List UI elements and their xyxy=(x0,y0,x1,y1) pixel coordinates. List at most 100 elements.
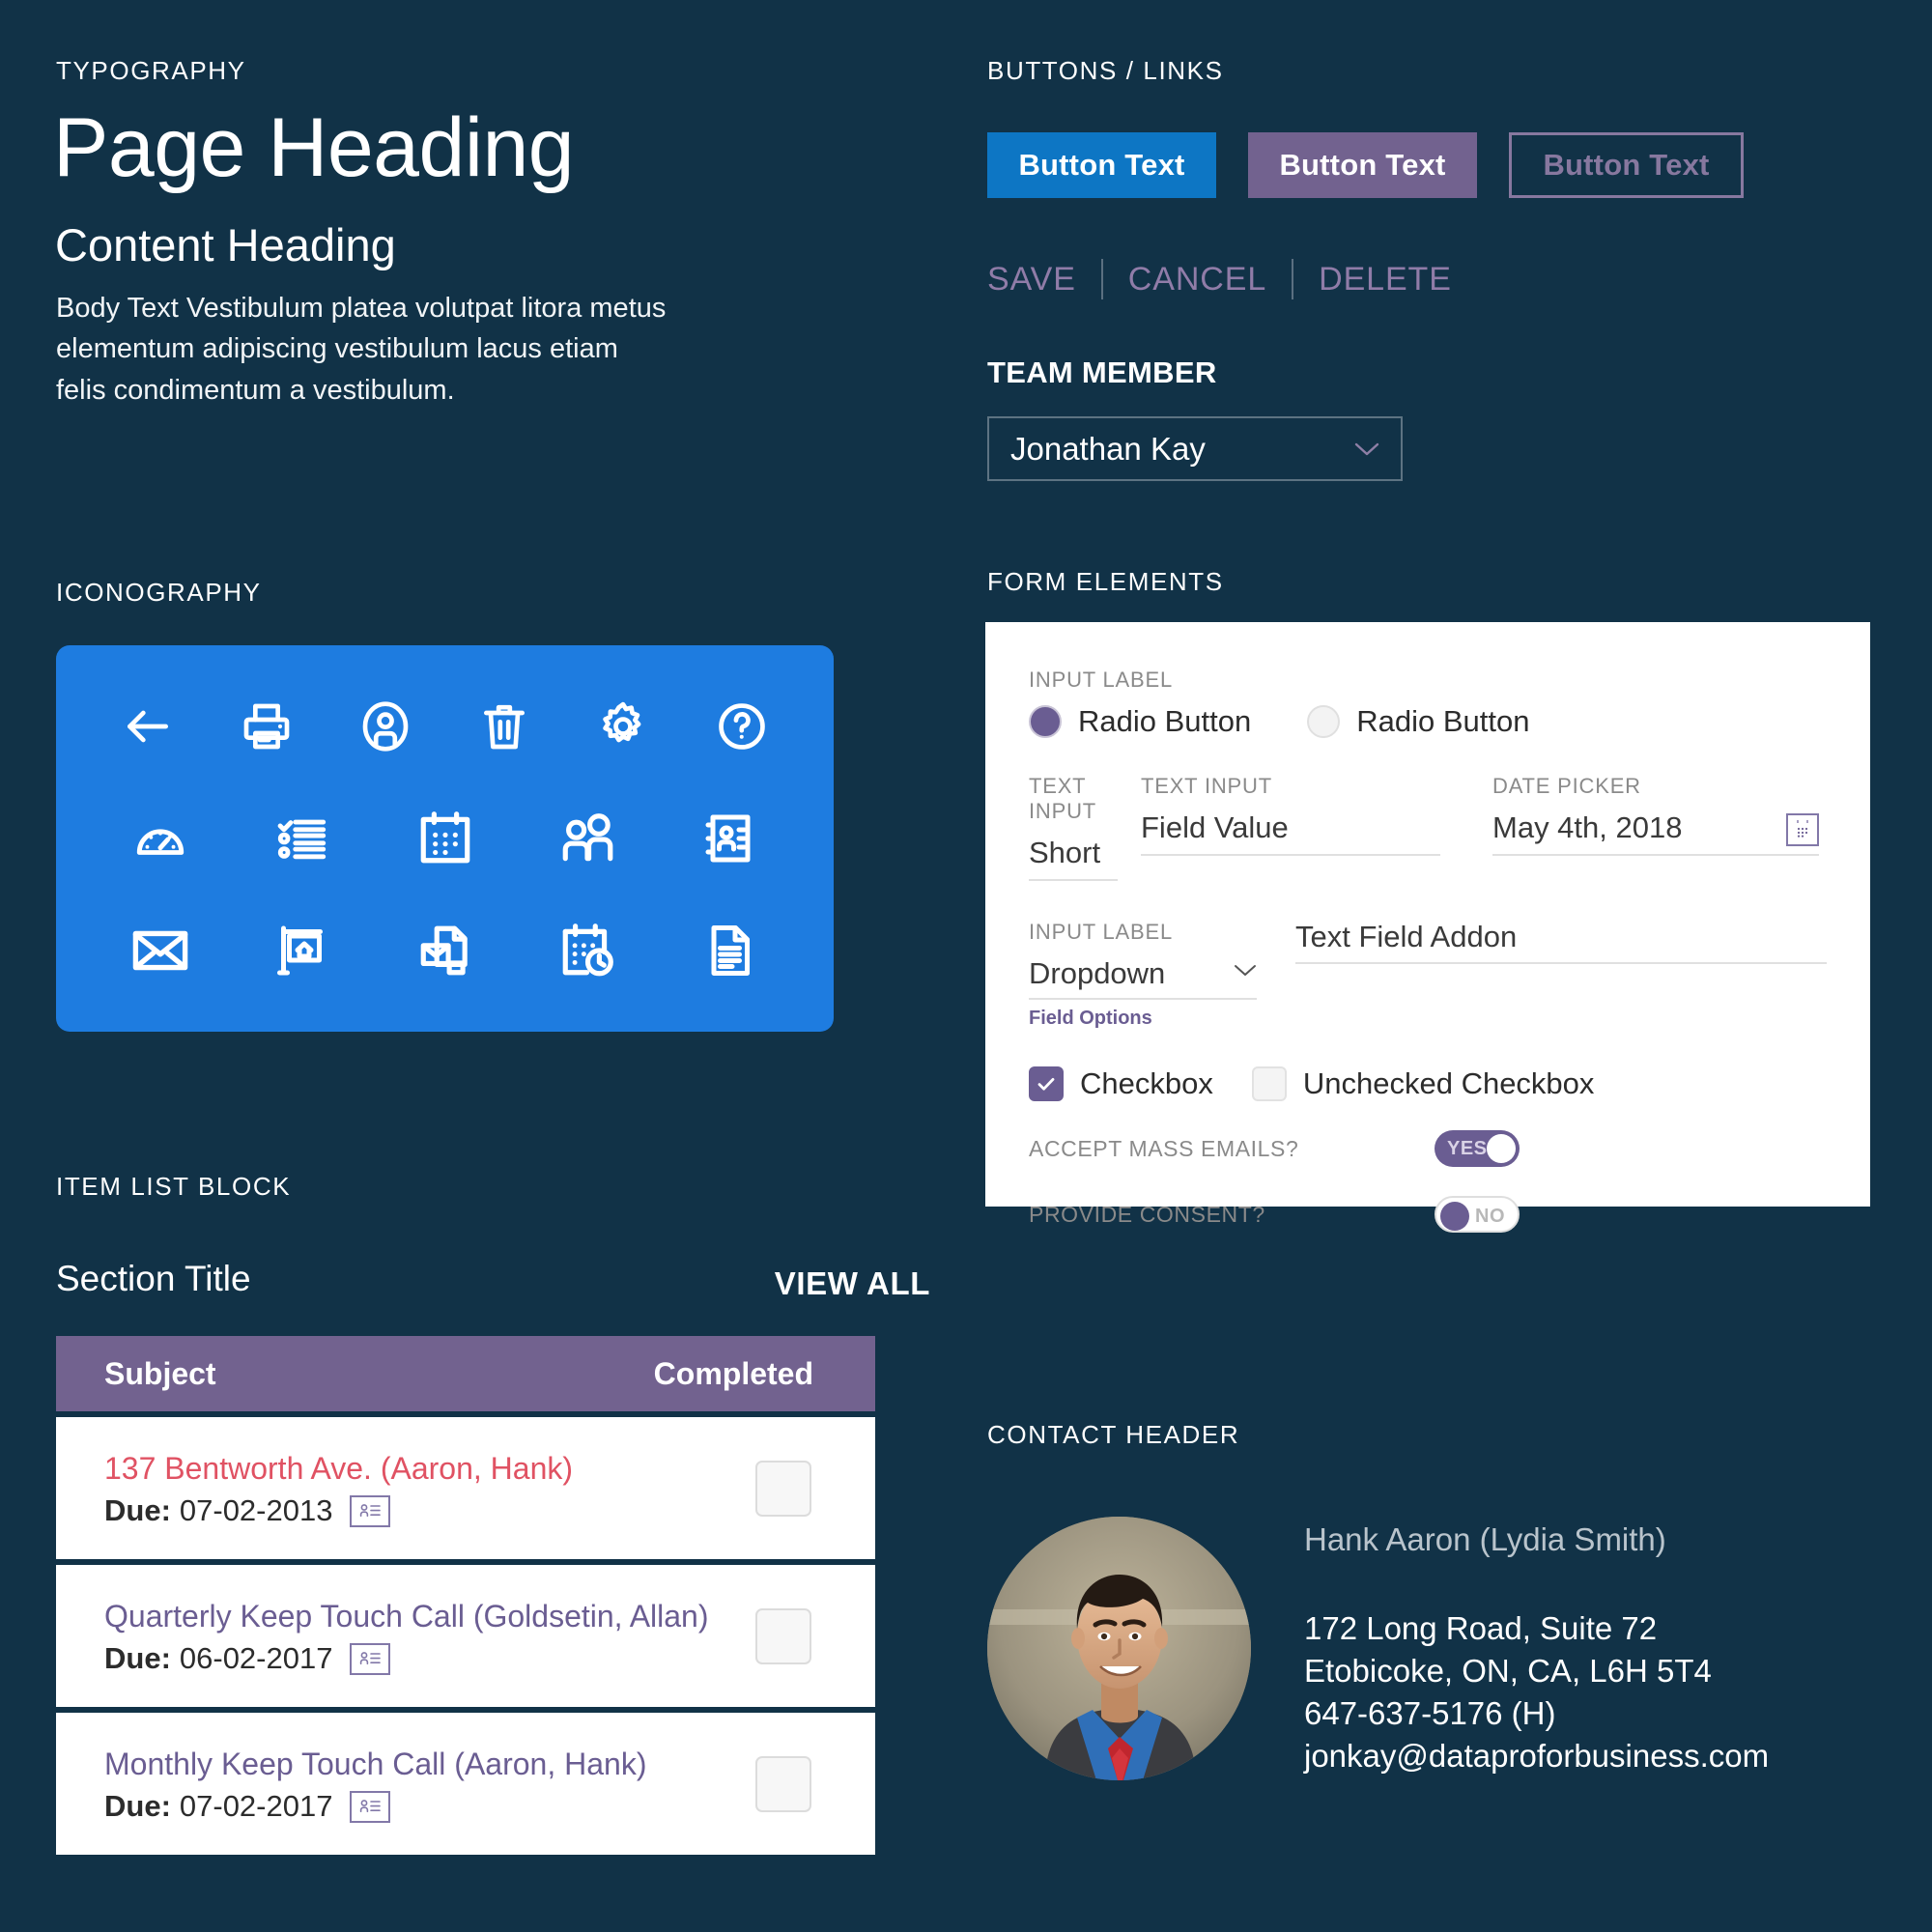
avatar xyxy=(987,1517,1251,1780)
toggle-label: ACCEPT MASS EMAILS? xyxy=(1029,1135,1299,1161)
content-heading: Content Heading xyxy=(55,219,396,270)
gauge-dashboard-icon[interactable] xyxy=(89,810,231,867)
calendar-icon[interactable] xyxy=(374,809,516,868)
printer-icon[interactable] xyxy=(208,699,327,753)
consent-toggle[interactable]: NO xyxy=(1435,1196,1520,1234)
empty-checkbox-icon xyxy=(1251,1066,1287,1102)
calendar-clock-icon[interactable] xyxy=(516,921,658,980)
back-arrow-icon[interactable] xyxy=(89,699,208,753)
row-subject[interactable]: Monthly Keep Touch Call (Aaron, Hank) xyxy=(104,1745,755,1783)
icon-row-3 xyxy=(89,895,801,1007)
calendar-icon[interactable] xyxy=(1786,812,1819,846)
real-estate-sign-icon[interactable] xyxy=(231,922,373,980)
delete-link[interactable]: DELETE xyxy=(1319,261,1452,298)
style-guide-page: TYPOGRAPHY Page Heading Content Heading … xyxy=(0,0,1932,1932)
primary-button[interactable]: Button Text xyxy=(987,132,1216,198)
field-value-label: TEXT INPUT xyxy=(1141,774,1272,798)
user-circle-icon[interactable] xyxy=(327,699,445,753)
row-due: Due: 07-02-2013 xyxy=(104,1492,755,1527)
chevron-down-icon xyxy=(1354,441,1379,457)
date-picker-input[interactable]: May 4th, 2018 xyxy=(1492,810,1786,854)
date-picker-inner: May 4th, 2018 xyxy=(1492,810,1819,854)
row-completed-checkbox[interactable] xyxy=(755,1460,811,1517)
iconography-panel xyxy=(56,645,834,1032)
field-underline xyxy=(1029,878,1118,881)
people-group-icon[interactable] xyxy=(516,809,658,868)
buttons-links-section-caption: BUTTONS / LINKS xyxy=(987,56,1224,85)
contact-name: Hank Aaron (Lydia Smith) xyxy=(1304,1521,1666,1557)
outline-button[interactable]: Button Text xyxy=(1509,132,1744,198)
table-row[interactable]: Quarterly Keep Touch Call (Goldsetin, Al… xyxy=(56,1559,875,1707)
dropdown-label: INPUT LABEL xyxy=(1029,919,1174,944)
row-subject[interactable]: 137 Bentworth Ave. (Aaron, Hank) xyxy=(104,1449,755,1488)
contact-card-icon[interactable] xyxy=(350,1642,391,1675)
item-list-header-row: Subject Completed xyxy=(56,1336,875,1411)
contact-card-icon[interactable] xyxy=(350,1790,391,1823)
dropdown-value: Dropdown xyxy=(1029,955,1166,990)
date-picker-field: DATE PICKER May 4th, 2018 xyxy=(1492,774,1819,856)
row-completed-checkbox[interactable] xyxy=(755,1755,811,1812)
row-due-label: Due: xyxy=(104,1788,171,1823)
link-divider xyxy=(1100,259,1103,299)
date-picker-label: DATE PICKER xyxy=(1492,774,1641,798)
dropdown-control[interactable]: Dropdown xyxy=(1029,956,1257,999)
trash-icon[interactable] xyxy=(444,699,563,753)
typography-section-caption: TYPOGRAPHY xyxy=(56,56,246,85)
radio-option-selected[interactable]: Radio Button xyxy=(1029,704,1251,739)
checkbox-checked[interactable]: Checkbox xyxy=(1029,1066,1213,1102)
gear-icon[interactable] xyxy=(563,699,682,753)
chevron-down-icon xyxy=(1234,963,1257,982)
field-options-link[interactable]: Field Options xyxy=(1029,1008,1257,1030)
view-all-link[interactable]: VIEW ALL xyxy=(721,1265,930,1302)
row-due: Due: 06-02-2017 xyxy=(104,1640,755,1675)
text-field-addon-input[interactable]: Text Field Addon xyxy=(1295,920,1827,963)
radio-option-unselected[interactable]: Radio Button xyxy=(1307,704,1529,739)
text-inputs-row: TEXT INPUT Short TEXT INPUT Field Value … xyxy=(1029,774,1827,881)
table-row[interactable]: 137 Bentworth Ave. (Aaron, Hank) Due: 07… xyxy=(56,1411,875,1559)
envelope-icon[interactable] xyxy=(89,920,231,981)
contact-card-icon[interactable] xyxy=(350,1494,391,1527)
dropdown-field: INPUT LABEL Dropdown Field Options xyxy=(1029,920,1257,1031)
link-divider xyxy=(1292,259,1294,299)
short-text-label: TEXT INPUT xyxy=(1029,774,1096,823)
team-member-select[interactable]: Jonathan Kay xyxy=(987,416,1403,481)
field-value-field: TEXT INPUT Field Value xyxy=(1141,774,1440,856)
row-completed-checkbox[interactable] xyxy=(755,1607,811,1664)
toggle-knob xyxy=(1487,1134,1516,1164)
item-list-table: Subject Completed 137 Bentworth Ave. (Aa… xyxy=(56,1336,875,1855)
short-text-input[interactable]: Short xyxy=(1029,836,1118,879)
mass-emails-toggle[interactable]: YES xyxy=(1435,1130,1520,1168)
row-due-label: Due: xyxy=(104,1640,171,1675)
body-text: Body Text Vestibulum platea volutpat lit… xyxy=(56,293,667,406)
field-value-input[interactable]: Field Value xyxy=(1141,810,1440,854)
checkbox-unchecked[interactable]: Unchecked Checkbox xyxy=(1251,1066,1594,1102)
team-member-value: Jonathan Kay xyxy=(1010,430,1206,467)
mail-merge-icon[interactable] xyxy=(374,921,516,980)
contact-card-icon[interactable] xyxy=(659,810,801,867)
item-list-section-caption: ITEM LIST BLOCK xyxy=(56,1172,292,1201)
secondary-button[interactable]: Button Text xyxy=(1248,132,1477,198)
table-row[interactable]: Monthly Keep Touch Call (Aaron, Hank) Du… xyxy=(56,1707,875,1855)
toggle-row-consent: PROVIDE CONSENT? NO xyxy=(1029,1196,1827,1234)
contact-email[interactable]: jonkay@dataproforbusiness.com xyxy=(1304,1735,1864,1777)
row-due-label: Due: xyxy=(104,1492,171,1527)
row-due-date: 07-02-2013 xyxy=(179,1492,333,1527)
contact-address-line-1: 172 Long Road, Suite 72 xyxy=(1304,1610,1658,1647)
radio-dot-icon xyxy=(1029,705,1062,738)
cancel-link[interactable]: CANCEL xyxy=(1128,261,1266,298)
radio-option-label: Radio Button xyxy=(1078,704,1252,738)
action-links: SAVE CANCEL DELETE xyxy=(987,259,1452,299)
save-link[interactable]: SAVE xyxy=(987,261,1076,298)
dropdown-addon-row: INPUT LABEL Dropdown Field Options Text … xyxy=(1029,920,1827,1031)
icon-row-2 xyxy=(89,782,801,895)
document-icon[interactable] xyxy=(659,922,801,980)
toggle-value: YES xyxy=(1447,1138,1488,1160)
radio-option-label: Radio Button xyxy=(1356,704,1530,738)
question-circle-icon[interactable] xyxy=(682,699,801,753)
row-subject[interactable]: Quarterly Keep Touch Call (Goldsetin, Al… xyxy=(104,1597,755,1635)
text-field-addon: Text Field Addon xyxy=(1295,920,1827,965)
checklist-icon[interactable] xyxy=(231,810,373,867)
form-elements-panel: INPUT LABEL Radio Button Radio Button TE… xyxy=(985,622,1870,1234)
contact-address-line-2: Etobicoke, ON, CA, L6H 5T4 xyxy=(1304,1653,1712,1690)
column-header-subject: Subject xyxy=(104,1355,216,1391)
